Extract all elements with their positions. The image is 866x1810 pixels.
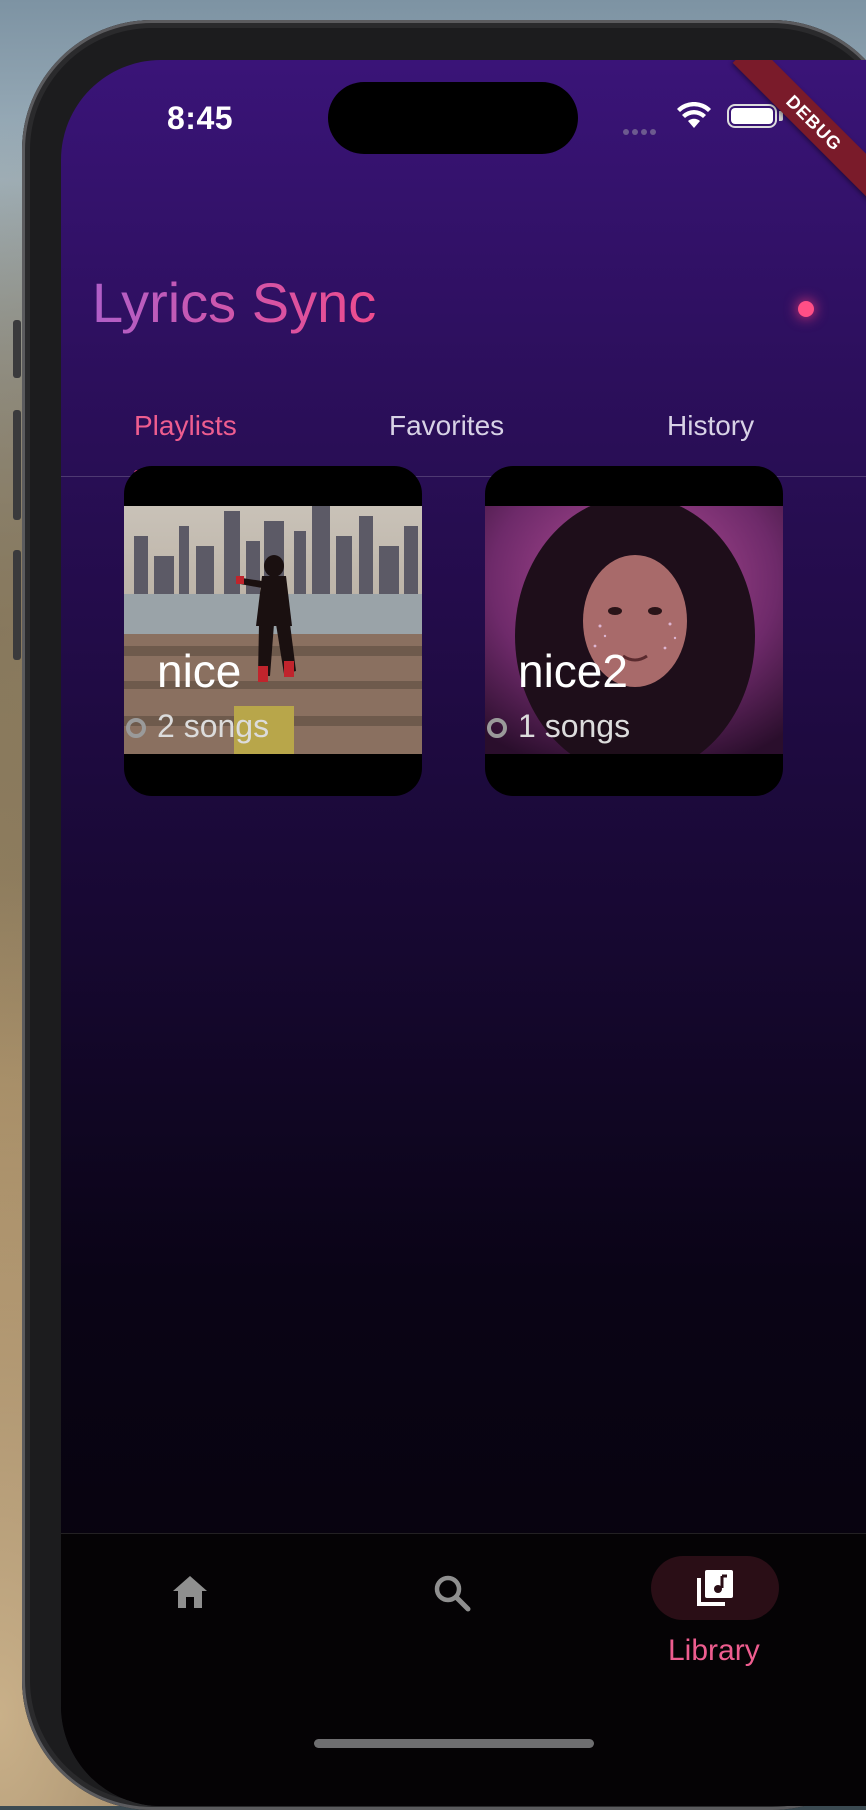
volume-down-button (13, 550, 21, 660)
wifi-icon (677, 102, 711, 128)
cellular-signal-icon (623, 122, 663, 135)
battery-icon (727, 104, 777, 128)
tab-playlists[interactable]: Playlists (134, 410, 237, 442)
dynamic-island (328, 82, 578, 154)
volume-up-button (13, 410, 21, 520)
tab-bar: Playlists Favorites History (61, 390, 866, 477)
playlist-card[interactable]: nice2 1 songs (485, 466, 783, 796)
home-indicator (314, 1739, 594, 1748)
playlist-song-count: 1 songs (518, 708, 631, 744)
playlist-name: nice (157, 645, 242, 697)
app-title: Lyrics Sync (92, 271, 377, 334)
library-nav-label[interactable]: Library (668, 1634, 760, 1668)
status-dot (798, 301, 814, 317)
playlist-name: nice2 (518, 645, 628, 697)
tab-history[interactable]: History (667, 410, 754, 442)
playlist-card[interactable]: nice 2 songs (124, 466, 422, 796)
action-button (13, 320, 21, 378)
search-icon[interactable] (433, 1574, 471, 1612)
bottom-navigation-bar: Library (61, 1533, 866, 1806)
album-icon (487, 718, 507, 738)
home-icon[interactable] (171, 1574, 209, 1610)
app-screen: 8:45 DEBUG Lyrics Sync Playlists Favorit… (61, 60, 866, 1806)
album-icon (126, 718, 146, 738)
library-music-icon[interactable] (695, 1568, 735, 1608)
status-time: 8:45 (167, 100, 234, 136)
tab-favorites[interactable]: Favorites (389, 410, 504, 442)
playlist-song-count: 2 songs (157, 708, 270, 744)
